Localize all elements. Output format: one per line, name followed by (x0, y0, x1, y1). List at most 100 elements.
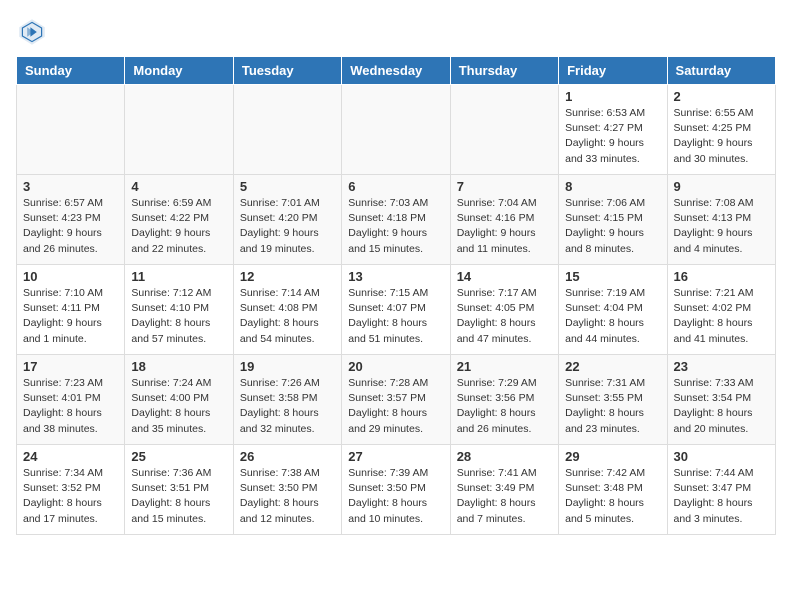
day-info: Sunrise: 7:23 AM Sunset: 4:01 PM Dayligh… (23, 376, 118, 437)
calendar-cell: 12 Sunrise: 7:14 AM Sunset: 4:08 PM Dayli… (233, 265, 341, 355)
day-info: Sunrise: 7:39 AM Sunset: 3:50 PM Dayligh… (348, 466, 443, 527)
calendar-cell: 23 Sunrise: 7:33 AM Sunset: 3:54 PM Dayli… (667, 355, 775, 445)
day-number: 23 (674, 359, 769, 374)
day-info: Sunrise: 7:34 AM Sunset: 3:52 PM Dayligh… (23, 466, 118, 527)
calendar-cell: 5 Sunrise: 7:01 AM Sunset: 4:20 PM Daylig… (233, 175, 341, 265)
column-header-friday: Friday (559, 57, 667, 85)
calendar-cell: 8 Sunrise: 7:06 AM Sunset: 4:15 PM Daylig… (559, 175, 667, 265)
calendar-cell: 9 Sunrise: 7:08 AM Sunset: 4:13 PM Daylig… (667, 175, 775, 265)
day-number: 9 (674, 179, 769, 194)
calendar-cell: 15Sunrise: 7:19 AM Sunset: 4:04 PM Dayli… (559, 265, 667, 355)
day-info: Sunrise: 7:28 AM Sunset: 3:57 PM Dayligh… (348, 376, 443, 437)
calendar-cell (17, 85, 125, 175)
calendar-cell: 7 Sunrise: 7:04 AM Sunset: 4:16 PM Daylig… (450, 175, 558, 265)
day-info: Sunrise: 7:04 AM Sunset: 4:16 PM Dayligh… (457, 196, 552, 257)
day-info: Sunrise: 7:33 AM Sunset: 3:54 PM Dayligh… (674, 376, 769, 437)
day-number: 29 (565, 449, 660, 464)
calendar-cell: 16 Sunrise: 7:21 AM Sunset: 4:02 PM Dayli… (667, 265, 775, 355)
day-number: 8 (565, 179, 660, 194)
day-number: 5 (240, 179, 335, 194)
day-number: 12 (240, 269, 335, 284)
calendar-cell: 18 Sunrise: 7:24 AM Sunset: 4:00 PM Dayli… (125, 355, 233, 445)
day-number: 17 (23, 359, 118, 374)
logo (16, 16, 52, 48)
calendar-cell: 13 Sunrise: 7:15 AM Sunset: 4:07 PM Dayli… (342, 265, 450, 355)
column-header-wednesday: Wednesday (342, 57, 450, 85)
calendar-cell: 11 Sunrise: 7:12 AM Sunset: 4:10 PM Dayli… (125, 265, 233, 355)
day-info: Sunrise: 7:14 AM Sunset: 4:08 PM Dayligh… (240, 286, 335, 347)
day-number: 11 (131, 269, 226, 284)
day-info: Sunrise: 7:08 AM Sunset: 4:13 PM Dayligh… (674, 196, 769, 257)
calendar-week-row: 17 Sunrise: 7:23 AM Sunset: 4:01 PM Dayli… (17, 355, 776, 445)
calendar-cell: 4 Sunrise: 6:59 AM Sunset: 4:22 PM Daylig… (125, 175, 233, 265)
calendar-table: SundayMondayTuesdayWednesdayThursdayFrid… (16, 56, 776, 535)
calendar-cell: 1 Sunrise: 6:53 AM Sunset: 4:27 PM Daylig… (559, 85, 667, 175)
day-number: 10 (23, 269, 118, 284)
calendar-cell: 26 Sunrise: 7:38 AM Sunset: 3:50 PM Dayli… (233, 445, 341, 535)
day-number: 25 (131, 449, 226, 464)
column-header-sunday: Sunday (17, 57, 125, 85)
day-number: 18 (131, 359, 226, 374)
day-number: 1 (565, 89, 660, 104)
calendar-cell (342, 85, 450, 175)
day-info: Sunrise: 6:57 AM Sunset: 4:23 PM Dayligh… (23, 196, 118, 257)
day-number: 21 (457, 359, 552, 374)
day-number: 24 (23, 449, 118, 464)
day-number: 28 (457, 449, 552, 464)
calendar-header-row: SundayMondayTuesdayWednesdayThursdayFrid… (17, 57, 776, 85)
calendar-cell (233, 85, 341, 175)
day-info: Sunrise: 7:26 AM Sunset: 3:58 PM Dayligh… (240, 376, 335, 437)
day-number: 27 (348, 449, 443, 464)
calendar-cell: 14Sunrise: 7:17 AM Sunset: 4:05 PM Dayli… (450, 265, 558, 355)
day-info: Sunrise: 7:36 AM Sunset: 3:51 PM Dayligh… (131, 466, 226, 527)
calendar-cell: 22Sunrise: 7:31 AM Sunset: 3:55 PM Dayli… (559, 355, 667, 445)
day-info: Sunrise: 6:59 AM Sunset: 4:22 PM Dayligh… (131, 196, 226, 257)
day-number: 26 (240, 449, 335, 464)
day-info: Sunrise: 7:29 AM Sunset: 3:56 PM Dayligh… (457, 376, 552, 437)
day-info: Sunrise: 7:01 AM Sunset: 4:20 PM Dayligh… (240, 196, 335, 257)
day-info: Sunrise: 6:53 AM Sunset: 4:27 PM Dayligh… (565, 106, 660, 167)
calendar-week-row: 24 Sunrise: 7:34 AM Sunset: 3:52 PM Dayli… (17, 445, 776, 535)
logo-icon (16, 16, 48, 48)
day-info: Sunrise: 7:41 AM Sunset: 3:49 PM Dayligh… (457, 466, 552, 527)
day-info: Sunrise: 7:42 AM Sunset: 3:48 PM Dayligh… (565, 466, 660, 527)
day-number: 13 (348, 269, 443, 284)
calendar-cell: 27 Sunrise: 7:39 AM Sunset: 3:50 PM Dayli… (342, 445, 450, 535)
column-header-thursday: Thursday (450, 57, 558, 85)
day-info: Sunrise: 7:10 AM Sunset: 4:11 PM Dayligh… (23, 286, 118, 347)
column-header-saturday: Saturday (667, 57, 775, 85)
day-info: Sunrise: 7:19 AM Sunset: 4:04 PM Dayligh… (565, 286, 660, 347)
calendar-cell: 28 Sunrise: 7:41 AM Sunset: 3:49 PM Dayli… (450, 445, 558, 535)
day-number: 4 (131, 179, 226, 194)
day-number: 30 (674, 449, 769, 464)
calendar-cell: 20 Sunrise: 7:28 AM Sunset: 3:57 PM Dayli… (342, 355, 450, 445)
calendar-cell: 21 Sunrise: 7:29 AM Sunset: 3:56 PM Dayli… (450, 355, 558, 445)
calendar-cell: 24 Sunrise: 7:34 AM Sunset: 3:52 PM Dayli… (17, 445, 125, 535)
header (16, 16, 776, 48)
calendar-cell: 3Sunrise: 6:57 AM Sunset: 4:23 PM Daylig… (17, 175, 125, 265)
calendar-week-row: 10 Sunrise: 7:10 AM Sunset: 4:11 PM Dayli… (17, 265, 776, 355)
day-info: Sunrise: 7:24 AM Sunset: 4:00 PM Dayligh… (131, 376, 226, 437)
calendar-cell: 2Sunrise: 6:55 AM Sunset: 4:25 PM Daylig… (667, 85, 775, 175)
day-number: 20 (348, 359, 443, 374)
day-info: Sunrise: 7:15 AM Sunset: 4:07 PM Dayligh… (348, 286, 443, 347)
day-number: 7 (457, 179, 552, 194)
day-number: 6 (348, 179, 443, 194)
day-number: 16 (674, 269, 769, 284)
calendar-cell: 25 Sunrise: 7:36 AM Sunset: 3:51 PM Dayli… (125, 445, 233, 535)
calendar-week-row: 1 Sunrise: 6:53 AM Sunset: 4:27 PM Daylig… (17, 85, 776, 175)
day-info: Sunrise: 7:44 AM Sunset: 3:47 PM Dayligh… (674, 466, 769, 527)
day-info: Sunrise: 6:55 AM Sunset: 4:25 PM Dayligh… (674, 106, 769, 167)
day-info: Sunrise: 7:06 AM Sunset: 4:15 PM Dayligh… (565, 196, 660, 257)
day-info: Sunrise: 7:21 AM Sunset: 4:02 PM Dayligh… (674, 286, 769, 347)
day-info: Sunrise: 7:12 AM Sunset: 4:10 PM Dayligh… (131, 286, 226, 347)
column-header-monday: Monday (125, 57, 233, 85)
day-number: 19 (240, 359, 335, 374)
day-number: 22 (565, 359, 660, 374)
calendar-cell: 19 Sunrise: 7:26 AM Sunset: 3:58 PM Dayli… (233, 355, 341, 445)
day-info: Sunrise: 7:17 AM Sunset: 4:05 PM Dayligh… (457, 286, 552, 347)
calendar-week-row: 3Sunrise: 6:57 AM Sunset: 4:23 PM Daylig… (17, 175, 776, 265)
calendar-cell (450, 85, 558, 175)
day-info: Sunrise: 7:38 AM Sunset: 3:50 PM Dayligh… (240, 466, 335, 527)
calendar-cell (125, 85, 233, 175)
